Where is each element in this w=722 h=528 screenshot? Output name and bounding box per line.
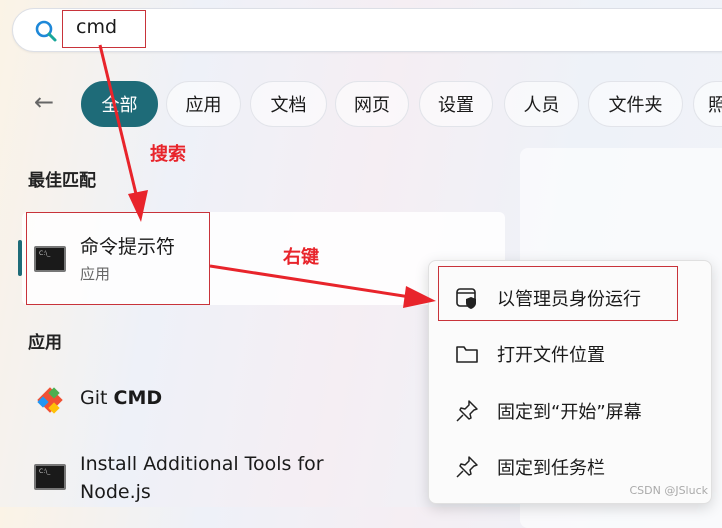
annotation-arrows bbox=[98, 44, 436, 308]
arrow-search bbox=[98, 44, 139, 199]
watermark: CSDN @JSluck bbox=[629, 484, 708, 497]
arrow-right-click bbox=[209, 264, 411, 299]
annotation-right-click: 右键 bbox=[283, 247, 319, 268]
arrowhead-search bbox=[128, 190, 148, 222]
annotation-search: 搜索 bbox=[150, 144, 186, 165]
arrowhead-right-click bbox=[403, 286, 436, 308]
